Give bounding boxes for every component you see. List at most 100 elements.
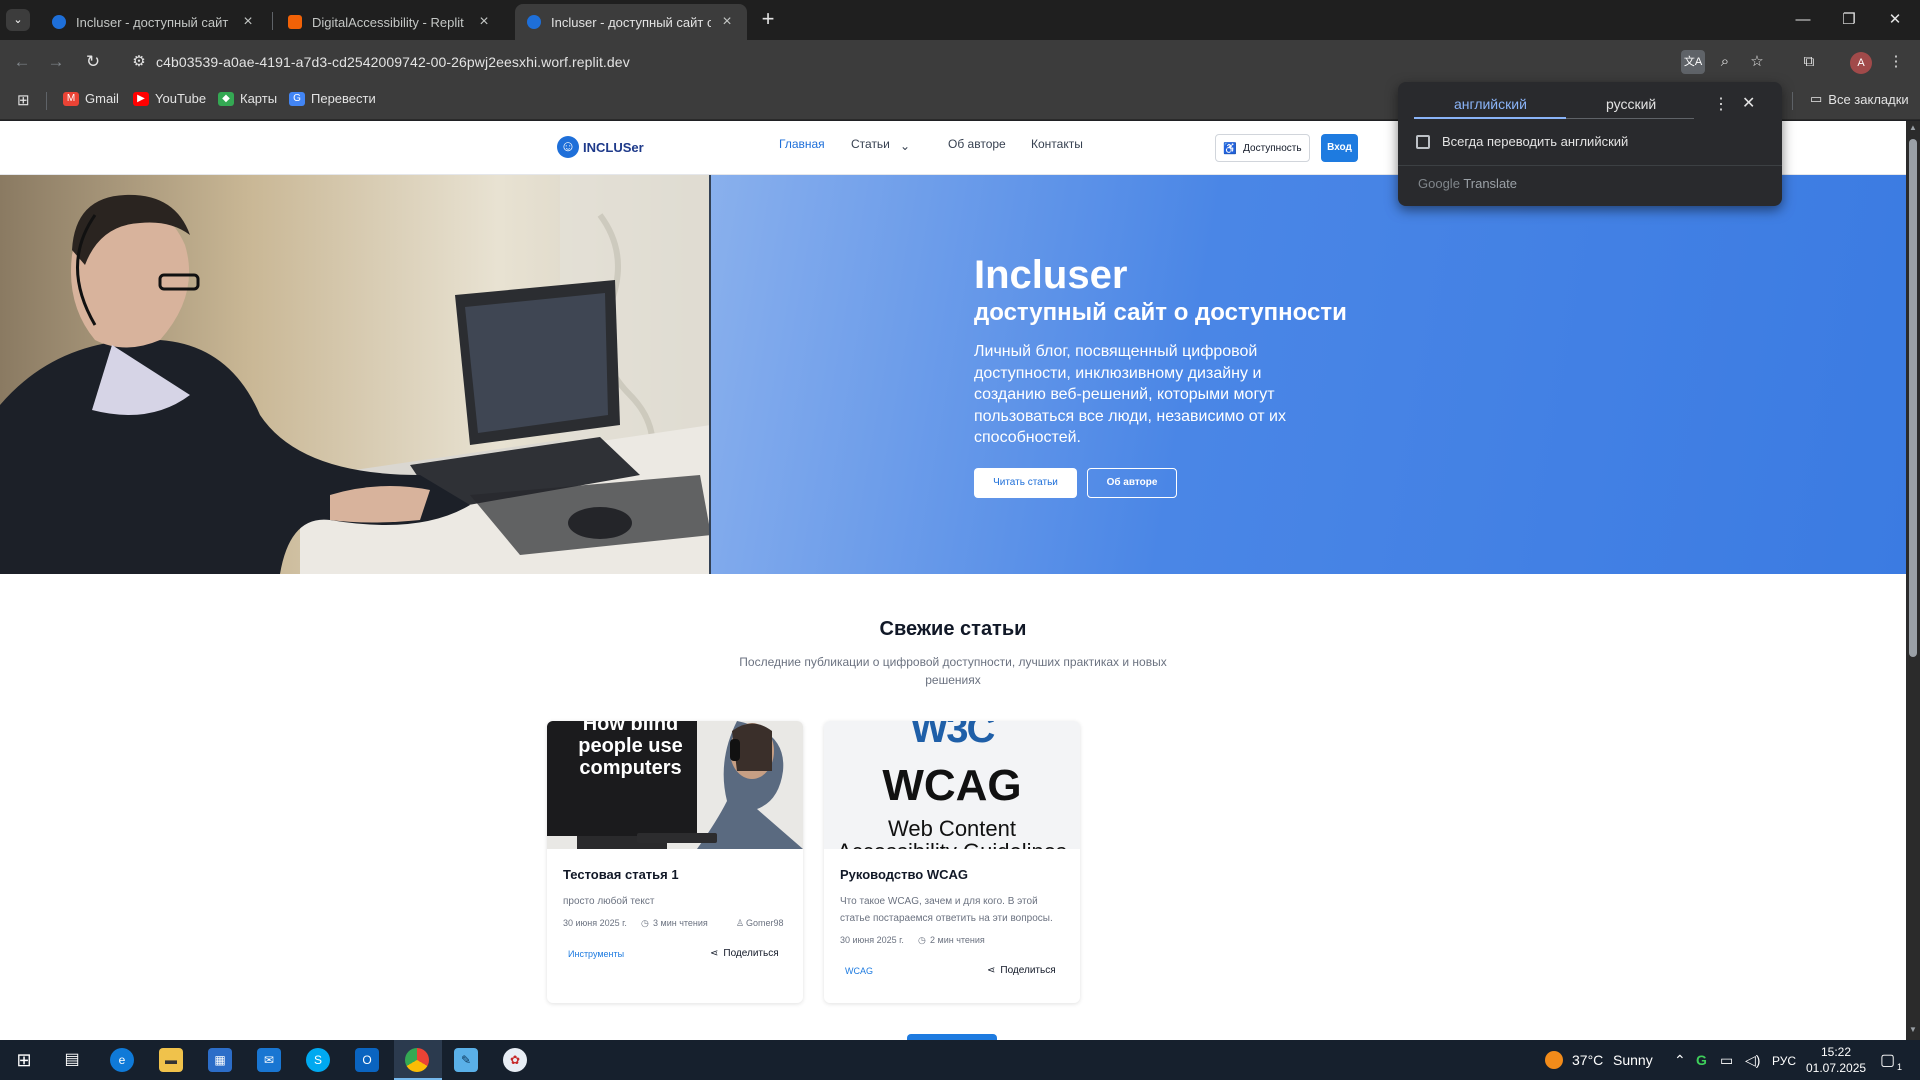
file-explorer-icon[interactable]: ▬ xyxy=(159,1048,183,1072)
article-date: 30 июня 2025 г. xyxy=(840,935,904,945)
scroll-down-icon[interactable]: ▼ xyxy=(1906,1025,1920,1034)
reload-button[interactable]: ↻ xyxy=(81,50,105,74)
outlook-icon[interactable]: O xyxy=(355,1048,379,1072)
weather-desc[interactable]: Sunny xyxy=(1613,1052,1653,1068)
back-button[interactable]: ← xyxy=(10,50,34,74)
chevron-down-icon[interactable]: ⌄ xyxy=(900,139,910,153)
w3c-logo: W3C xyxy=(910,721,996,751)
clock-icon: ◷ xyxy=(918,935,926,945)
article-image-caption: How blind people use computers xyxy=(578,721,683,779)
network-icon[interactable]: ▭ xyxy=(1720,1052,1733,1069)
nav-articles[interactable]: Статьи xyxy=(851,137,890,151)
task-view-icon[interactable]: ▤ xyxy=(60,1048,84,1072)
login-button[interactable]: Вход xyxy=(1321,134,1358,162)
bookmark-maps[interactable]: ◆ Карты xyxy=(218,91,277,106)
share-button[interactable]: ⋖ Поделиться xyxy=(710,948,779,959)
bookmark-translate[interactable]: G Перевести xyxy=(289,91,376,106)
article-title[interactable]: Руководство WCAG xyxy=(840,867,968,882)
tab-incluser-1[interactable]: Incluser - доступный сайт о до × xyxy=(40,4,268,40)
new-tab-button[interactable]: + xyxy=(756,8,780,32)
apps-grid-icon[interactable]: ⊞ xyxy=(17,91,30,109)
restore-button[interactable]: ❐ xyxy=(1826,0,1872,40)
bookmarks-divider xyxy=(46,92,47,110)
article-image: How blind people use computers xyxy=(547,721,803,849)
tab-replit[interactable]: DigitalAccessibility - Replit × xyxy=(276,4,504,40)
windows-start-icon[interactable]: ⊞ xyxy=(12,1048,36,1072)
scroll-up-icon[interactable]: ▲ xyxy=(1906,123,1920,132)
nav-about[interactable]: Об авторе xyxy=(948,137,1006,151)
url-text[interactable]: c4b03539-a0ae-4191-a7d3-cd2542009742-00-… xyxy=(156,54,630,70)
system-clock[interactable]: 15:22 01.07.2025 xyxy=(1806,1044,1866,1076)
options-kebab-icon[interactable]: ⋮ xyxy=(1713,94,1729,114)
site-logo[interactable]: ☺ INCLUSer xyxy=(557,136,644,158)
store-icon[interactable]: ▦ xyxy=(208,1048,232,1072)
page-scrollbar[interactable]: ▲ ▼ xyxy=(1906,121,1920,1040)
input-language[interactable]: РУС xyxy=(1772,1054,1796,1068)
close-icon[interactable]: ✕ xyxy=(1742,93,1755,113)
minimize-button[interactable]: — xyxy=(1780,0,1826,40)
clock-date: 01.07.2025 xyxy=(1806,1061,1867,1075)
tab-search-button[interactable]: ⌄ xyxy=(6,9,30,31)
all-bookmarks-label: Все закладки xyxy=(1828,91,1909,107)
close-window-button[interactable]: ✕ xyxy=(1872,0,1918,40)
target-language-tab[interactable]: русский xyxy=(1606,96,1656,112)
logo-text: INCLUSer xyxy=(583,139,644,155)
tab-incluser-2[interactable]: Incluser - доступный сайт о до × xyxy=(515,4,747,40)
forward-button[interactable]: → xyxy=(44,50,68,74)
accessibility-button[interactable]: ♿ Доступность xyxy=(1215,134,1310,162)
volume-icon[interactable]: ◁) xyxy=(1745,1052,1760,1069)
app-tray-icon[interactable]: G xyxy=(1696,1052,1707,1068)
hero-section: Incluser доступный сайт о доступности Ли… xyxy=(0,175,1906,574)
profile-avatar[interactable]: A xyxy=(1850,52,1872,74)
read-articles-button[interactable]: Читать статьи xyxy=(974,468,1077,498)
notepad-icon[interactable]: ✎ xyxy=(454,1048,478,1072)
translate-icon: G xyxy=(289,91,305,106)
bookmark-youtube[interactable]: ▶ YouTube xyxy=(133,91,206,106)
nav-contacts[interactable]: Контакты xyxy=(1031,137,1083,151)
mail-icon[interactable]: ✉ xyxy=(257,1048,281,1072)
article-card[interactable]: How blind people use computers Тестовая … xyxy=(547,721,803,1003)
chrome-icon[interactable] xyxy=(405,1048,429,1072)
all-bookmarks-button[interactable]: ▭ Все закладки xyxy=(1810,91,1909,107)
article-tag[interactable]: Инструменты xyxy=(568,949,624,959)
zoom-icon[interactable]: ⌕ xyxy=(1713,50,1737,74)
always-translate-label[interactable]: Всегда переводить английский xyxy=(1442,134,1628,149)
brand-google: Google xyxy=(1418,176,1460,191)
nav-home[interactable]: Главная xyxy=(779,137,825,151)
share-button[interactable]: ⋖ Поделиться xyxy=(987,965,1056,976)
article-card[interactable]: W3C WCAG Web Content Accessibility Guide… xyxy=(824,721,1080,1003)
notification-count: 1 xyxy=(1897,1062,1903,1072)
tray-overflow-icon[interactable]: ⌃ xyxy=(1674,1052,1686,1069)
menu-kebab-icon[interactable]: ⋮ xyxy=(1884,50,1908,74)
paint-icon[interactable]: ✿ xyxy=(503,1048,527,1072)
always-translate-checkbox[interactable] xyxy=(1416,135,1430,149)
close-icon[interactable]: × xyxy=(719,13,735,31)
edge-icon[interactable]: e xyxy=(110,1048,134,1072)
close-icon[interactable]: × xyxy=(476,13,492,31)
notifications-icon[interactable]: ▢ xyxy=(1880,1050,1895,1070)
share-label: Поделиться xyxy=(1000,965,1056,976)
extensions-icon[interactable]: ⧉ xyxy=(1797,50,1821,74)
scroll-thumb[interactable] xyxy=(1909,139,1917,657)
translate-icon[interactable]: 文A xyxy=(1681,50,1705,74)
tab-title: Incluser - доступный сайт о до xyxy=(551,14,711,30)
weather-temp[interactable]: 37°C xyxy=(1572,1052,1603,1068)
about-author-button[interactable]: Об авторе xyxy=(1087,468,1177,498)
article-date: 30 июня 2025 г. xyxy=(563,918,627,928)
bookmarks-divider xyxy=(1792,92,1793,110)
bookmark-star-icon[interactable]: ☆ xyxy=(1745,50,1769,74)
web-page: ☺ INCLUSer Главная Статьи ⌄ Об авторе Ко… xyxy=(0,121,1906,1040)
article-tag[interactable]: WCAG xyxy=(845,966,873,976)
article-title[interactable]: Тестовая статья 1 xyxy=(563,867,679,882)
clock-icon: ◷ xyxy=(641,918,649,928)
skype-icon[interactable]: S xyxy=(306,1048,330,1072)
weather-icon[interactable] xyxy=(1545,1051,1563,1069)
source-language-tab[interactable]: английский xyxy=(1454,96,1527,112)
site-info-icon[interactable]: ⚙ xyxy=(127,50,151,74)
tab-underline xyxy=(1566,118,1694,119)
accessibility-person-icon: ☺ xyxy=(557,136,579,158)
close-icon[interactable]: × xyxy=(240,13,256,31)
wcag-cut-text: Accessibility Guidelines xyxy=(824,839,1080,849)
bookmark-gmail[interactable]: M Gmail xyxy=(63,91,119,106)
hero-photo-illustration xyxy=(0,175,709,574)
